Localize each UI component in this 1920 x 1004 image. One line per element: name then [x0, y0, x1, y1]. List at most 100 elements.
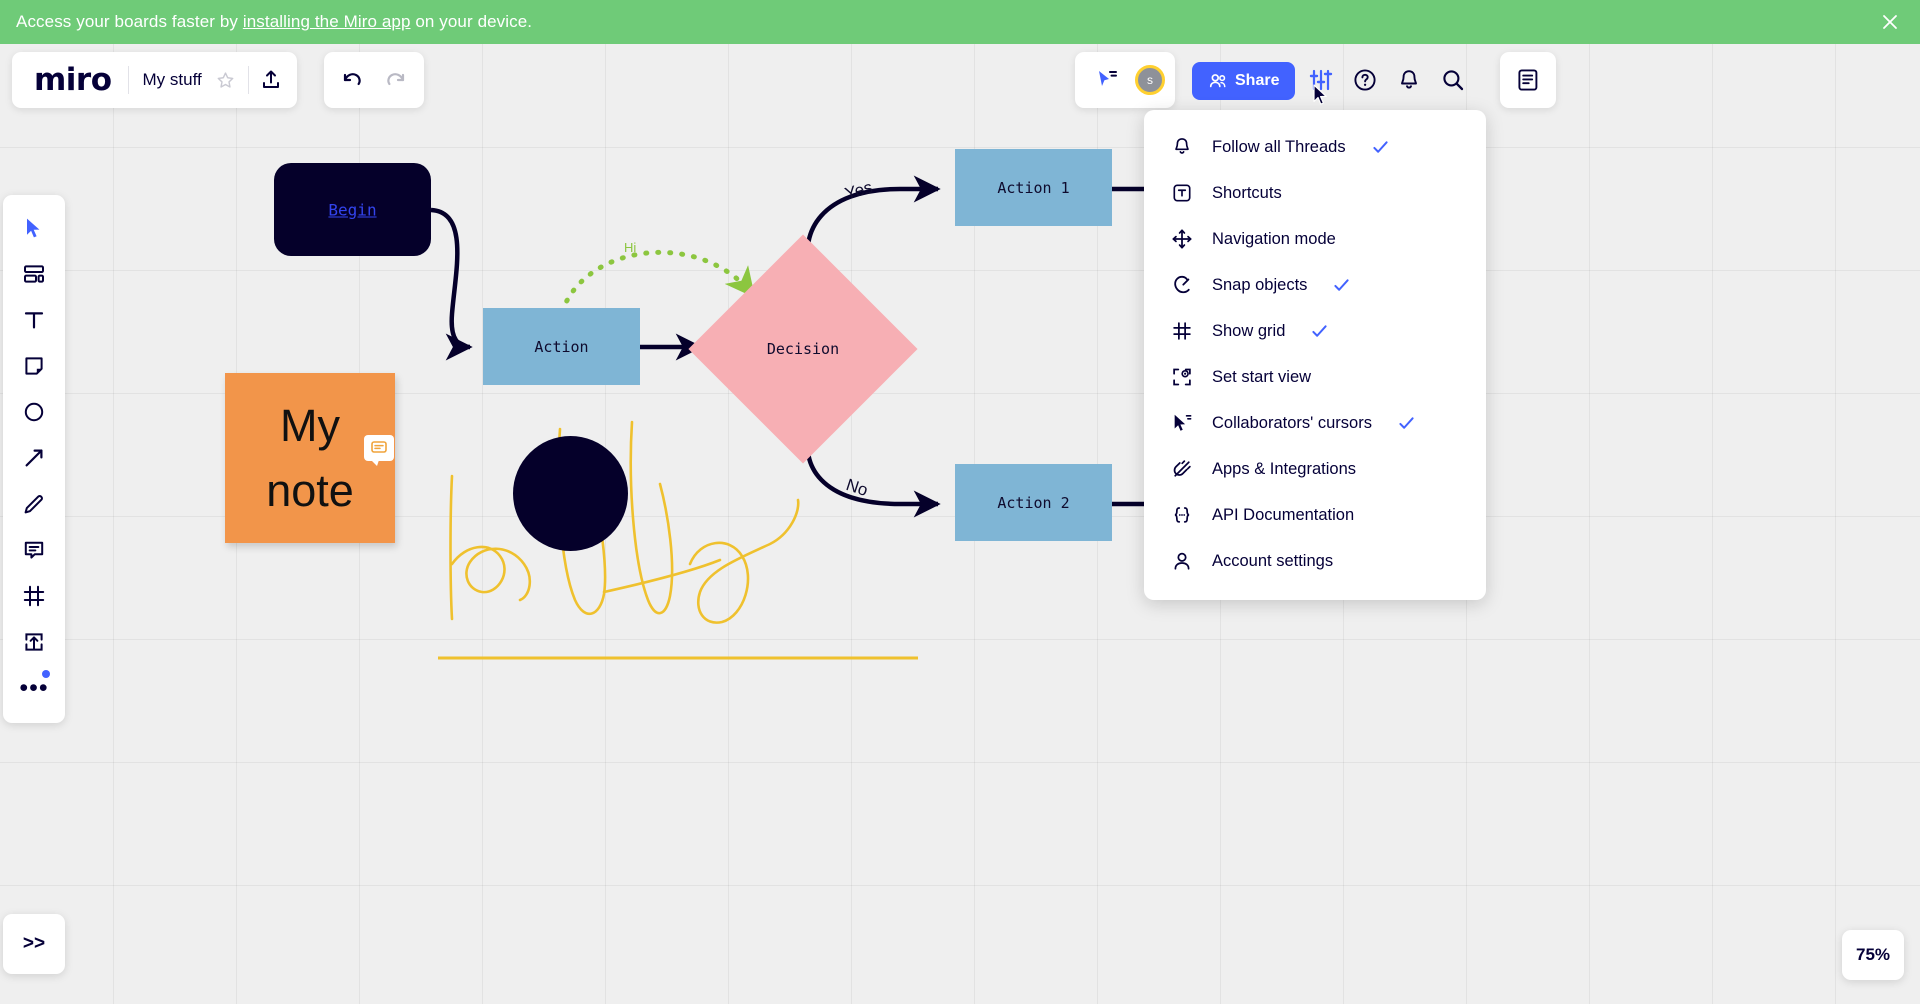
cursor-pointer-icon: [1170, 411, 1194, 435]
sliders-icon[interactable]: [1299, 58, 1343, 102]
share-button[interactable]: Share: [1192, 62, 1296, 100]
install-app-banner: Access your boards faster by installing …: [0, 0, 1920, 44]
pen-icon: [22, 492, 46, 516]
notification-dot: [42, 670, 50, 678]
install-miro-app-link[interactable]: installing the Miro app: [243, 12, 411, 31]
connector-tool[interactable]: [11, 435, 57, 481]
menu-item-snap-objects[interactable]: Snap objects: [1144, 262, 1486, 308]
action-shape[interactable]: Action: [483, 308, 640, 385]
text-tool[interactable]: [11, 297, 57, 343]
menu-item-account-settings[interactable]: Account settings: [1144, 538, 1486, 584]
connector-arrow-icon: [22, 446, 46, 470]
menu-label: Shortcuts: [1212, 183, 1282, 202]
menu-item-collaborators-cursors[interactable]: Collaborators' cursors: [1144, 400, 1486, 446]
sticky-note[interactable]: My note: [225, 373, 395, 543]
hi-connector-label: Hi: [624, 240, 637, 255]
menu-item-shortcuts[interactable]: Shortcuts: [1144, 170, 1486, 216]
shapes-tool[interactable]: [11, 389, 57, 435]
plug-icon: [1170, 457, 1194, 481]
frame-tool[interactable]: [11, 573, 57, 619]
menu-label: Show grid: [1212, 321, 1286, 340]
grid-icon: [1170, 319, 1194, 343]
star-icon[interactable]: [212, 66, 240, 94]
templates-tool[interactable]: [11, 251, 57, 297]
zoom-level-badge[interactable]: 75%: [1842, 930, 1904, 980]
magnet-icon: [1170, 273, 1194, 297]
begin-link[interactable]: Begin: [274, 200, 431, 219]
check-icon: [1372, 139, 1389, 156]
avatar[interactable]: s: [1135, 65, 1165, 95]
undo-redo-group: [324, 52, 424, 108]
banner-text-before: Access your boards faster by: [16, 12, 243, 31]
collaborators-group: s: [1075, 52, 1175, 108]
menu-label: Follow all Threads: [1212, 137, 1346, 156]
select-cursor-icon: [22, 216, 46, 240]
board-name[interactable]: My stuff: [129, 70, 212, 90]
move-arrows-icon: [1170, 227, 1194, 251]
action-2-shape[interactable]: Action 2: [955, 464, 1112, 541]
keyboard-key-icon: [1170, 181, 1194, 205]
templates-icon: [22, 262, 46, 286]
check-icon: [1398, 415, 1415, 432]
more-dots-icon: •••: [19, 674, 49, 702]
bell-icon: [1170, 135, 1194, 159]
banner-message: Access your boards faster by installing …: [16, 12, 532, 32]
menu-label: Navigation mode: [1212, 229, 1336, 248]
redo-icon[interactable]: [374, 58, 418, 102]
share-label: Share: [1235, 72, 1280, 89]
shapes-circle-icon: [22, 400, 46, 424]
menu-label: Account settings: [1212, 551, 1334, 570]
people-icon: [1208, 71, 1228, 91]
comment-tool[interactable]: [11, 527, 57, 573]
pen-tool[interactable]: [11, 481, 57, 527]
text-icon: [22, 308, 46, 332]
sticky-line-1: My: [280, 399, 340, 451]
braces-icon: [1170, 503, 1194, 527]
menu-item-apps-integrations[interactable]: Apps & Integrations: [1144, 446, 1486, 492]
board-header-left: miro My stuff: [12, 52, 297, 108]
person-icon: [1170, 549, 1194, 573]
comment-icon: [22, 538, 46, 562]
miro-logo[interactable]: miro: [16, 62, 128, 98]
search-icon[interactable]: [1431, 58, 1475, 102]
set-start-view-icon: [1170, 365, 1194, 389]
sticky-note-tool[interactable]: [11, 343, 57, 389]
menu-label: Set start view: [1212, 367, 1312, 386]
menu-label: API Documentation: [1212, 505, 1355, 524]
select-tool[interactable]: [11, 205, 57, 251]
check-icon: [1311, 323, 1328, 340]
menu-item-follow-all-threads[interactable]: Follow all Threads: [1144, 124, 1486, 170]
upload-tool[interactable]: [11, 619, 57, 665]
frame-icon: [22, 584, 46, 608]
menu-item-show-grid[interactable]: Show grid: [1144, 308, 1486, 354]
menu-item-api-documentation[interactable]: API Documentation: [1144, 492, 1486, 538]
check-icon: [1333, 277, 1350, 294]
board-header-right: [1296, 52, 1478, 108]
close-icon[interactable]: [1878, 10, 1902, 34]
notes-panel-icon[interactable]: [1506, 58, 1550, 102]
menu-label: Snap objects: [1212, 275, 1308, 294]
comment-badge-icon[interactable]: [364, 434, 395, 466]
upload-icon[interactable]: [249, 58, 293, 102]
sticky-note-text: My note: [266, 393, 395, 524]
begin-shape[interactable]: Begin: [274, 163, 431, 256]
menu-item-set-start-view[interactable]: Set start view: [1144, 354, 1486, 400]
dark-circle-shape[interactable]: [513, 436, 628, 551]
more-tools[interactable]: •••: [11, 665, 57, 711]
creation-toolbar: •••: [3, 195, 65, 723]
miro-board-app: Access your boards faster by installing …: [0, 0, 1920, 1004]
expand-panel-button[interactable]: >>: [3, 914, 65, 974]
menu-label: Apps & Integrations: [1212, 459, 1357, 478]
bell-icon[interactable]: [1387, 58, 1431, 102]
menu-item-navigation-mode[interactable]: Navigation mode: [1144, 216, 1486, 262]
banner-text-after: on your device.: [410, 12, 533, 31]
undo-icon[interactable]: [330, 58, 374, 102]
upload-icon: [22, 630, 46, 654]
sticky-line-2: note: [266, 465, 354, 516]
action-1-shape[interactable]: Action 1: [955, 149, 1112, 226]
collaborator-cursor-icon[interactable]: [1085, 58, 1129, 102]
question-circle-icon[interactable]: [1343, 58, 1387, 102]
board-canvas[interactable]: Begin My note Action Decision Action 1 A…: [0, 44, 1920, 1004]
menu-label: Collaborators' cursors: [1212, 413, 1372, 432]
notes-panel-group: [1500, 52, 1556, 108]
